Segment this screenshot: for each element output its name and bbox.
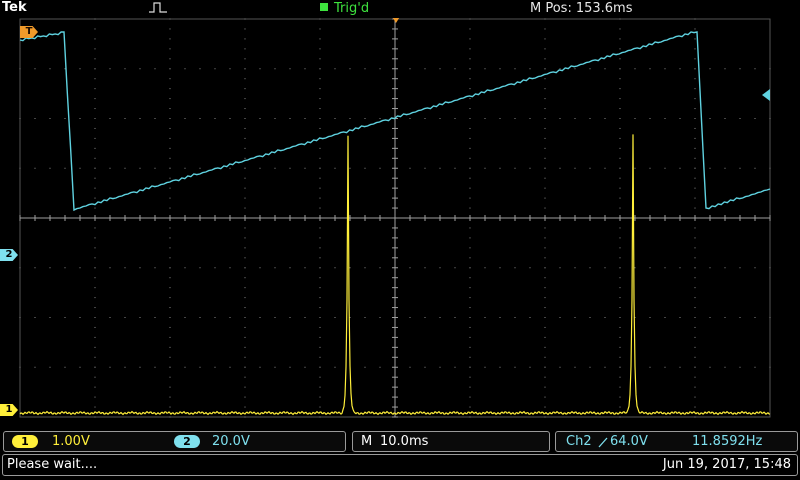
brand-logo: Tek (2, 0, 27, 15)
channel-scale-readout[interactable]: 1 1.00V 2 20.0V (3, 431, 346, 452)
acquisition-pulse-icon (149, 2, 167, 13)
ch1-scale: 1.00V (52, 434, 90, 449)
trigger-source: Ch2 (566, 434, 592, 449)
horizontal-position[interactable]: M Pos: 153.6ms (530, 0, 633, 17)
trigger-level: 64.0V (610, 434, 648, 449)
ch2-scale: 20.0V (212, 434, 250, 449)
ch1-badge: 1 (12, 435, 38, 448)
top-status-bar: Tek Trig'd M Pos: 153.6ms (0, 0, 800, 18)
ch2-badge: 2 (174, 435, 200, 448)
status-message: Please wait.... (7, 457, 98, 472)
date-time: Jun 19, 2017, 15:48 (662, 457, 791, 472)
bottom-readout-bar: 1 1.00V 2 20.0V M 10.0ms Ch2 64.0V 11.85… (0, 430, 800, 480)
rising-edge-icon (598, 437, 608, 448)
waveform-display (19, 15, 771, 418)
trigger-status: Trig'd (320, 0, 369, 17)
message-bar: Please wait.... Jun 19, 2017, 15:48 (2, 454, 798, 476)
signal-frequency: 11.8592Hz (692, 434, 763, 449)
timebase-value: 10.0ms (380, 434, 429, 449)
timebase-label: M (361, 434, 373, 449)
trigger-status-icon (320, 3, 328, 11)
trigger-readout[interactable]: Ch2 64.0V 11.8592Hz (555, 431, 798, 452)
timebase-readout[interactable]: M 10.0ms (352, 431, 550, 452)
